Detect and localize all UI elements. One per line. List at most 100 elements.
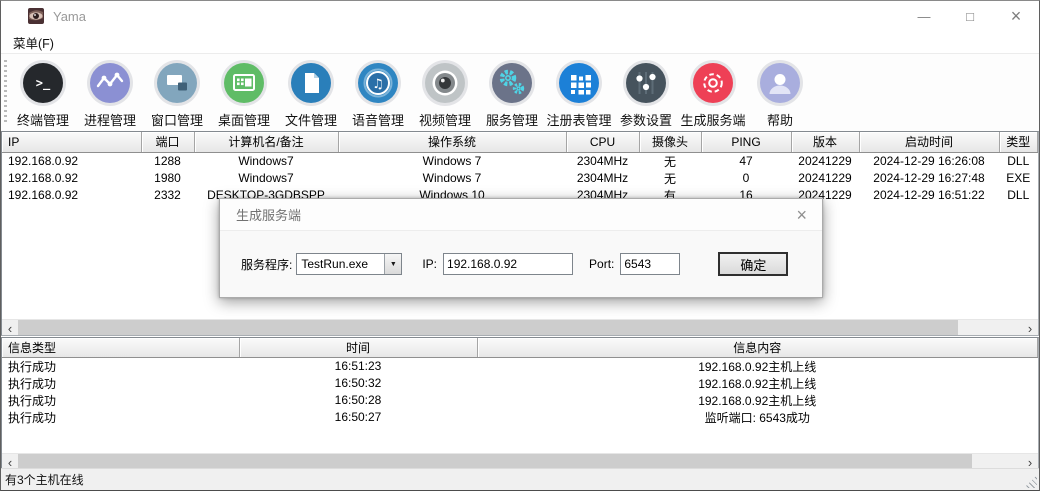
hosts-horizontal-scrollbar[interactable]: ‹ › — [2, 319, 1038, 335]
window-controls: — □ × — [901, 1, 1039, 31]
toolbar-label: 终端管理 — [17, 110, 69, 129]
toolbar-label: 服务管理 — [486, 110, 538, 129]
menu-bar: 菜单(F) — [1, 31, 1039, 53]
log-row[interactable]: 执行成功 16:50:32 192.168.0.92主机上线 — [2, 375, 1038, 392]
close-button[interactable]: × — [993, 1, 1039, 31]
cell-computer-name: Windows7 — [194, 152, 338, 170]
toolbar-button-registry[interactable]: 注册表管理 — [546, 63, 612, 131]
app-eye-icon — [28, 8, 44, 24]
toolbar-label: 桌面管理 — [218, 110, 270, 129]
col-ping[interactable]: PING — [701, 132, 791, 152]
toolbar-button-terminal[interactable]: >_ 终端管理 — [10, 63, 76, 131]
toolbar-button-help[interactable]: 帮助 — [747, 63, 813, 131]
cell-time: 16:50:28 — [239, 392, 477, 409]
col-computer-name[interactable]: 计算机名/备注 — [194, 132, 338, 152]
toolbar-button-video[interactable]: 视频管理 — [412, 63, 478, 131]
cell-info-content: 192.168.0.92主机上线 — [477, 375, 1038, 392]
scroll-right-icon[interactable]: › — [1022, 320, 1038, 336]
toolbar-label: 注册表管理 — [546, 110, 611, 129]
dialog-title-bar: 生成服务端 × — [220, 199, 822, 231]
port-label: Port: — [589, 257, 614, 271]
program-select-value: TestRun.exe — [297, 254, 384, 274]
ip-field[interactable] — [443, 253, 573, 275]
menu-item-menu[interactable]: 菜单(F) — [9, 31, 58, 54]
terminal-icon: >_ — [23, 63, 63, 103]
cell-ip: 192.168.0.92 — [2, 187, 141, 204]
desktop-icon — [224, 63, 264, 103]
cell-type: EXE — [999, 170, 1038, 187]
col-version[interactable]: 版本 — [791, 132, 859, 152]
log-row[interactable]: 执行成功 16:51:23 192.168.0.92主机上线 — [2, 357, 1038, 375]
toolbar-button-audio[interactable]: ♫ 语音管理 — [345, 63, 411, 131]
scrollbar-thumb[interactable] — [18, 320, 958, 335]
cell-os: Windows 7 — [338, 170, 566, 187]
chevron-down-icon[interactable]: ▼ — [384, 254, 401, 274]
col-type[interactable]: 类型 — [999, 132, 1038, 152]
col-cpu[interactable]: CPU — [566, 132, 639, 152]
program-label: 服务程序: — [241, 256, 292, 273]
toolbar-button-services[interactable]: 服务管理 — [479, 63, 545, 131]
gears-icon — [492, 63, 532, 103]
cell-port: 2332 — [141, 187, 194, 204]
toolbar-gripper[interactable] — [4, 60, 7, 123]
ok-button[interactable]: 确定 — [718, 252, 788, 276]
user-icon — [760, 63, 800, 103]
toolbar-button-process[interactable]: 进程管理 — [77, 63, 143, 131]
cell-info-type: 执行成功 — [2, 392, 239, 409]
toolbar-button-desktop[interactable]: 桌面管理 — [211, 63, 277, 131]
log-horizontal-scrollbar[interactable]: ‹ › — [2, 453, 1038, 469]
host-row[interactable]: 192.168.0.92 1288 Windows7 Windows 7 230… — [2, 152, 1038, 170]
svg-text:♫: ♫ — [372, 77, 384, 92]
cell-os: Windows 7 — [338, 152, 566, 170]
col-port[interactable]: 端口 — [141, 132, 194, 152]
port-field[interactable] — [620, 253, 680, 275]
toolbar-button-settings[interactable]: 参数设置 — [613, 63, 679, 131]
cell-cpu: 2304MHz — [566, 152, 639, 170]
cell-info-content: 监听端口: 6543成功 — [477, 409, 1038, 426]
cell-ping: 0 — [701, 170, 791, 187]
generate-server-dialog: 生成服务端 × 服务程序: TestRun.exe ▼ IP: Port: 确定 — [219, 198, 823, 298]
resize-grip-icon[interactable] — [1024, 475, 1037, 488]
toolbar-button-files[interactable]: 文件管理 — [278, 63, 344, 131]
cell-port: 1980 — [141, 170, 194, 187]
toolbar-button-window[interactable]: 窗口管理 — [144, 63, 210, 131]
toolbar-label: 生成服务端 — [680, 110, 745, 129]
toolbar-label: 窗口管理 — [151, 110, 203, 129]
toolbar-label: 帮助 — [767, 110, 793, 129]
sliders-icon — [626, 63, 666, 103]
cell-ping: 47 — [701, 152, 791, 170]
toolbar-label: 语音管理 — [352, 110, 404, 129]
cell-version: 20241229 — [791, 170, 859, 187]
cell-version: 20241229 — [791, 152, 859, 170]
toolbar-label: 视频管理 — [419, 110, 471, 129]
dialog-close-icon[interactable]: × — [796, 206, 807, 224]
program-select[interactable]: TestRun.exe ▼ — [296, 253, 402, 275]
col-ip[interactable]: IP — [2, 132, 141, 152]
toolbar-button-generate-server[interactable]: 生成服务端 — [680, 63, 746, 131]
hosts-table: IP 端口 计算机名/备注 操作系统 CPU 摄像头 PING 版本 启动时间 … — [2, 132, 1038, 204]
registry-blocks-icon — [559, 63, 599, 103]
dialog-body: 服务程序: TestRun.exe ▼ IP: Port: 确定 — [220, 231, 822, 297]
status-text: 有3个主机在线 — [5, 471, 84, 488]
dialog-title: 生成服务端 — [236, 205, 301, 224]
col-time[interactable]: 时间 — [239, 338, 477, 357]
camera-lens-icon — [425, 63, 465, 103]
scroll-left-icon[interactable]: ‹ — [2, 320, 18, 336]
svg-text:>_: >_ — [36, 76, 51, 91]
host-row[interactable]: 192.168.0.92 1980 Windows7 Windows 7 230… — [2, 170, 1038, 187]
file-icon — [291, 63, 331, 103]
minimize-button[interactable]: — — [901, 1, 947, 31]
scrollbar-thumb[interactable] — [18, 454, 972, 469]
log-row[interactable]: 执行成功 16:50:28 192.168.0.92主机上线 — [2, 392, 1038, 409]
log-row[interactable]: 执行成功 16:50:27 监听端口: 6543成功 — [2, 409, 1038, 426]
col-info-type[interactable]: 信息类型 — [2, 338, 239, 357]
maximize-button[interactable]: □ — [947, 1, 993, 31]
col-start-time[interactable]: 启动时间 — [859, 132, 999, 152]
cell-computer-name: Windows7 — [194, 170, 338, 187]
cell-info-content: 192.168.0.92主机上线 — [477, 357, 1038, 375]
col-info-content[interactable]: 信息内容 — [477, 338, 1038, 357]
col-camera[interactable]: 摄像头 — [639, 132, 701, 152]
log-pane: 信息类型 时间 信息内容 执行成功 16:51:23 192.168.0.92主… — [1, 337, 1039, 470]
col-os[interactable]: 操作系统 — [338, 132, 566, 152]
cell-ip: 192.168.0.92 — [2, 152, 141, 170]
